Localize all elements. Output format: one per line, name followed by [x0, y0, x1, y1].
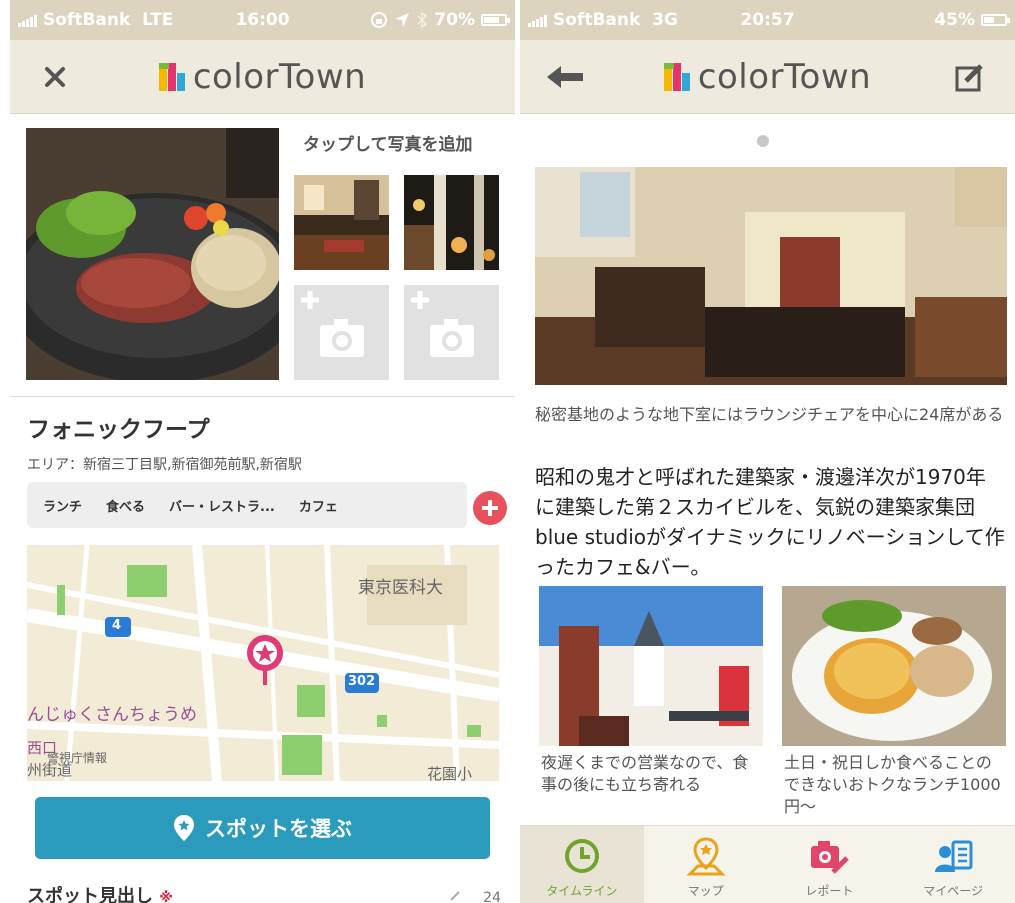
- hero-photo[interactable]: [535, 167, 1007, 385]
- carrier-label: SoftBank: [553, 10, 641, 30]
- camera-pencil-icon: [811, 841, 850, 874]
- pencil-icon: [450, 891, 460, 901]
- hero-caption: 秘密基地のような地下室にはラウンジチェアを中心に24席がある: [535, 405, 1004, 424]
- status-bar: SoftBank 3G 20:57 45%: [520, 0, 1015, 40]
- battery-percent: 70%: [434, 10, 475, 30]
- card-photo[interactable]: [539, 586, 763, 746]
- tab-map[interactable]: マップ: [644, 826, 768, 903]
- main-photo[interactable]: [26, 128, 279, 380]
- right-screen: SoftBank 3G 20:57 45% colorTown 秘密基地のような…: [520, 0, 1015, 903]
- spot-name: フォニックフープ: [27, 417, 210, 443]
- tag-item[interactable]: バー・レストラ...: [169, 496, 275, 515]
- add-camera-icon: [411, 291, 474, 357]
- photo-thumb[interactable]: [294, 175, 389, 270]
- close-button[interactable]: [25, 40, 85, 114]
- card-photo[interactable]: [782, 586, 1006, 746]
- tag-item[interactable]: カフェ: [299, 496, 338, 515]
- gratin-bread-image: [782, 586, 1006, 746]
- spot-area: エリア：新宿三丁目駅,新宿御苑前駅,新宿駅: [27, 457, 302, 473]
- network-label: LTE: [142, 10, 174, 30]
- network-label: 3G: [652, 10, 678, 30]
- card-text: 夜遅くまでの営業なので、食事の後にも立ち寄れる: [541, 753, 749, 794]
- photo-area: タップして写真を追加: [10, 114, 515, 397]
- route-badge: 302: [348, 674, 376, 689]
- tab-report[interactable]: レポート: [768, 826, 892, 903]
- add-photo-slot[interactable]: [294, 285, 389, 380]
- interior-photo-image: [294, 175, 389, 270]
- map-label: んじゅくさんちょうめ: [27, 705, 197, 725]
- battery-icon: [481, 14, 510, 26]
- tab-label: マップ: [687, 884, 724, 898]
- edit-button[interactable]: [940, 40, 1000, 114]
- compose-icon: [955, 64, 983, 92]
- add-camera-icon: [301, 291, 364, 357]
- tag-item[interactable]: ランチ: [43, 496, 82, 515]
- add-tag-button[interactable]: [473, 491, 507, 525]
- tab-label: マイページ: [923, 884, 983, 898]
- profile-icon: [935, 840, 973, 872]
- battery-icon: [981, 14, 1010, 26]
- tab-mypage[interactable]: マイページ: [891, 826, 1015, 903]
- close-icon: [45, 67, 65, 87]
- building-exterior-image: [539, 586, 763, 746]
- tab-label: レポート: [805, 884, 854, 898]
- add-photo-hint[interactable]: タップして写真を追加: [303, 130, 473, 155]
- bluetooth-icon: [417, 11, 428, 29]
- battery-percent: 45%: [934, 10, 975, 30]
- clock-icon: [564, 839, 599, 873]
- required-mark: ※: [159, 890, 173, 903]
- choose-spot-label: スポットを選ぶ: [205, 817, 352, 841]
- steak-plate-image: [26, 128, 279, 380]
- logo-text: colorTown: [192, 56, 367, 97]
- tag-list[interactable]: ランチ 食べる バー・レストラ... カフェ: [27, 482, 467, 528]
- app-logo: colorTown: [158, 56, 367, 97]
- photo-thumb[interactable]: [404, 175, 499, 270]
- map-label: 東京医科大: [358, 578, 443, 598]
- card-text: 土日・祝日しか食べることのできないおトクなランチ1000円〜: [784, 753, 1001, 816]
- location-icon: [395, 13, 410, 27]
- page-indicator: [757, 135, 769, 147]
- signal-icon: [18, 13, 38, 27]
- article-description: 昭和の鬼才と呼ばれた建築家・渡邊洋次が1970年に建築した第２スカイビルを、気鋭…: [535, 465, 1005, 579]
- status-bar: SoftBank LTE 16:00 70%: [10, 0, 515, 40]
- location-pin-icon: [174, 815, 194, 841]
- add-photo-slot[interactable]: [404, 285, 499, 380]
- carrier-label: SoftBank: [43, 10, 131, 30]
- char-count: 24: [449, 888, 501, 903]
- choose-spot-button[interactable]: スポットを選ぶ: [35, 797, 490, 859]
- back-button[interactable]: [535, 40, 595, 114]
- signal-icon: [528, 13, 548, 27]
- tag-item[interactable]: 食べる: [106, 496, 145, 515]
- tab-bar: タイムライン マップ レポート マイページ: [520, 825, 1015, 903]
- route-badge: 4: [112, 618, 122, 633]
- field-label: スポット見出し: [27, 886, 153, 903]
- tab-timeline[interactable]: タイムライン: [520, 826, 644, 903]
- app-logo: colorTown: [663, 56, 872, 97]
- nav-bar: colorTown: [10, 40, 515, 114]
- logo-mark-icon: [663, 62, 692, 91]
- tab-label: タイムライン: [546, 884, 618, 898]
- rotation-lock-icon: [371, 12, 388, 28]
- back-arrow-icon: [547, 66, 583, 88]
- logo-mark-icon: [158, 62, 187, 91]
- logo-text: colorTown: [697, 56, 872, 97]
- spot-map[interactable]: 東京医科大 んじゅくさんちょうめ 花園小 西口 州街道 警視庁情報 4 302: [27, 545, 499, 781]
- night-entrance-image: [404, 175, 499, 270]
- map-label: 花園小: [427, 765, 473, 781]
- map-label: 警視庁情報: [47, 751, 108, 765]
- left-screen: SoftBank LTE 16:00 70% colorTown タップして写真…: [10, 0, 515, 903]
- map-pin-icon: [686, 837, 726, 876]
- nav-bar: colorTown: [520, 40, 1015, 114]
- spot-heading-field[interactable]: スポット見出し ※ 24: [27, 882, 501, 903]
- cafe-interior-image: [535, 167, 1007, 385]
